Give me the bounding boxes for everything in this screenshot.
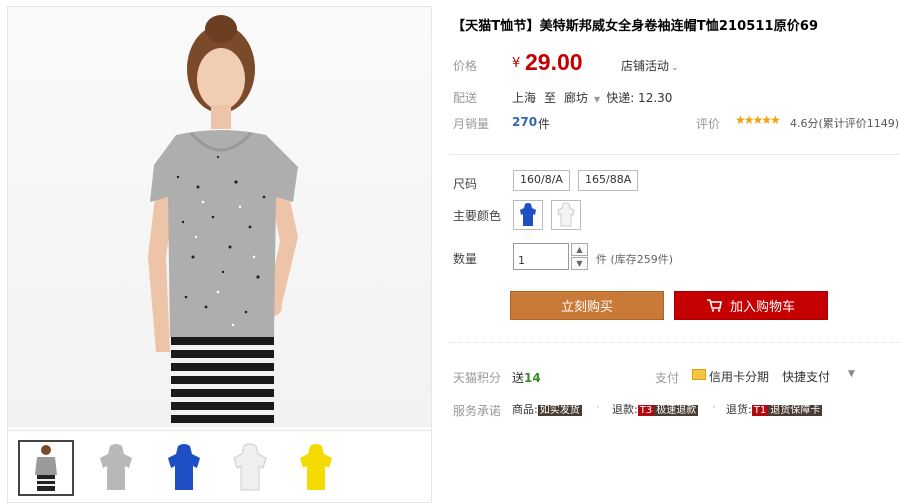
chevron-down-icon: ⌄ [671, 63, 679, 73]
service-tag: 极速退款 [654, 405, 699, 416]
product-gallery [7, 6, 432, 503]
payment-label: 支付 [655, 371, 680, 385]
thumbnail-model[interactable] [18, 440, 74, 496]
dropdown-arrow-icon[interactable]: ▼ [594, 95, 600, 104]
credit-card-icon [692, 369, 706, 380]
shop-promotion-dropdown[interactable]: 店铺活动 ⌄ [621, 57, 679, 74]
quantity-label: 数量 [453, 252, 478, 266]
service-prefix: 商品: [512, 403, 538, 416]
monthly-sales-label: 月销量 [453, 117, 490, 131]
service-promise-label: 服务承诺 [453, 404, 502, 418]
shipping-origin: 上海 [512, 91, 537, 105]
shipping-destination-select[interactable]: 廊坊 [564, 91, 588, 105]
shipping-label: 配送 [453, 91, 478, 105]
express-fee: 快递: 12.30 [606, 91, 673, 105]
credit-installment-link[interactable]: 信用卡分期 [709, 368, 769, 385]
thumbnail-strip [8, 430, 431, 502]
model-wearing-tshirt-illustration [148, 15, 298, 427]
currency-symbol: ¥ [512, 56, 521, 71]
points-value: 14 [524, 371, 541, 385]
thumbnail-gray-hoodie-tee[interactable] [88, 440, 144, 496]
shop-promotion-label: 店铺活动 [621, 59, 670, 73]
service-tag: 如实发货 [537, 405, 582, 416]
color-label: 主要颜色 [453, 209, 502, 223]
add-to-cart-label: 加入购物车 [729, 300, 795, 315]
points-prefix: 送 [512, 371, 525, 385]
separator-dot: · [596, 400, 600, 414]
shipping-to-word: 至 [544, 91, 557, 105]
service-prefix: 退款: [612, 403, 638, 416]
thumbnail-gray-image [100, 444, 132, 490]
rating-stars-icon: ★★★★★ [735, 113, 781, 127]
buy-now-button[interactable]: 立刻购买 [510, 291, 664, 320]
rating-label: 评价 [696, 117, 721, 131]
price-section: 价格 ¥ 29.00 店铺活动 ⌄ 配送 上海至廊坊 ▼ 快递: 12.30 月销量 … [450, 42, 900, 138]
quantity-decrease-button[interactable]: ▼ [571, 257, 588, 270]
shipping-info: 上海至廊坊 ▼ 快递: 12.30 [512, 89, 672, 106]
service-item-return[interactable]: 退货: T1 退货保障卡 [726, 401, 823, 417]
size-label: 尺码 [453, 177, 478, 191]
thumbnail-yellow-hoodie-tee[interactable] [288, 440, 344, 496]
payment-expand-icon[interactable]: ▼ [848, 369, 855, 379]
size-option-160[interactable]: 160/8/A [513, 170, 570, 191]
price-value: 29.00 [525, 49, 583, 75]
service-prefix: 退货: [726, 403, 752, 416]
thumbnail-yellow-image [300, 444, 332, 490]
color-option-blue[interactable] [513, 200, 543, 230]
size-option-165[interactable]: 165/88A [578, 170, 639, 191]
rating-summary-link[interactable]: 4.6分(累计评价1149) [790, 115, 899, 131]
divider [450, 342, 900, 343]
service-item-goods[interactable]: 商品: 如实发货 [512, 401, 582, 417]
product-info-panel: 【天猫T恤节】美特斯邦威女全身卷袖连帽T恤210511原价69 价格 ¥ 29.… [450, 0, 900, 503]
quantity-input[interactable] [513, 243, 569, 270]
service-tag-code: T3 [637, 405, 655, 416]
monthly-sales-unit: 件 [538, 117, 551, 131]
price-label: 价格 [453, 59, 478, 73]
thumbnail-model-image [35, 445, 57, 491]
product-title: 【天猫T恤节】美特斯邦威女全身卷袖连帽T恤210511原价69 [452, 19, 819, 34]
tmall-points-label: 天猫积分 [453, 371, 502, 385]
tmall-points-info: 送14 [512, 369, 541, 386]
main-product-image[interactable] [8, 7, 431, 427]
quantity-increase-button[interactable]: ▲ [571, 243, 588, 256]
thumbnail-white-hoodie-tee[interactable] [222, 440, 278, 496]
divider [450, 154, 900, 155]
color-swatch-blue-image [520, 203, 536, 226]
service-item-refund[interactable]: 退款: T3 极速退款 [612, 401, 699, 417]
cart-icon [706, 299, 722, 312]
thumbnail-white-image [233, 443, 267, 491]
color-option-white[interactable] [551, 200, 581, 230]
thumbnail-blue-hoodie-tee[interactable] [156, 440, 212, 496]
quick-pay-link[interactable]: 快捷支付 [782, 368, 830, 385]
monthly-sales-count: 270 [512, 115, 538, 129]
thumbnail-blue-image [168, 444, 200, 490]
service-tag: 退货保障卡 [768, 405, 823, 416]
service-tag-code: T1 [751, 405, 769, 416]
add-to-cart-button[interactable]: 加入购物车 [674, 291, 828, 320]
stock-info: 件 (库存259件) [596, 253, 674, 266]
color-swatch-white-image [557, 202, 575, 227]
separator-dot: · [712, 400, 716, 414]
